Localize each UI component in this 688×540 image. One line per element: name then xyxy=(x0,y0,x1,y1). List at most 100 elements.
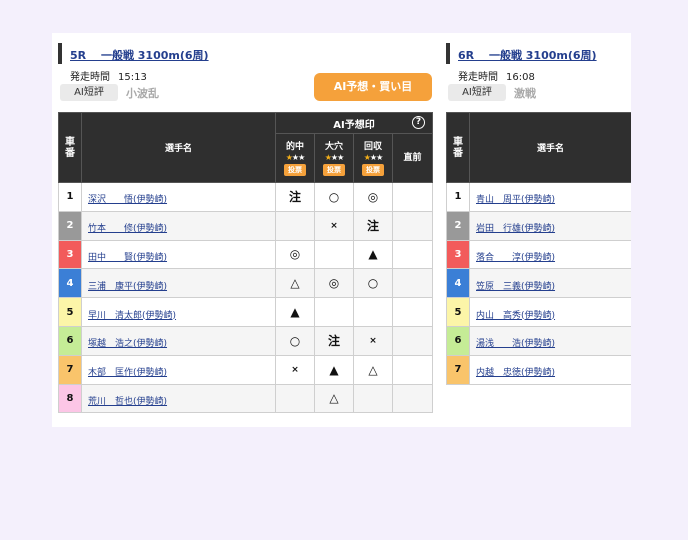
prediction-mark-cell: × xyxy=(314,210,354,241)
racer-name-cell: 木部 匡作(伊勢崎) xyxy=(81,354,276,385)
racer-name-cell: 青山 周平(伊勢崎) xyxy=(469,182,631,212)
prediction-mark-cell xyxy=(275,383,315,414)
racer-row: 5 早川 清太郎(伊勢崎) ▲ xyxy=(58,297,434,327)
vote-button[interactable]: 投票 xyxy=(362,163,384,176)
prediction-mark-cell xyxy=(391,268,434,299)
start-time-row: 発走時間 16:08 xyxy=(458,68,535,83)
racer-row: 2 竹本 修(伊勢崎) × 注 xyxy=(58,210,434,241)
car-number-cell: 7 xyxy=(58,354,82,385)
prediction-mark-cell: △ xyxy=(353,354,393,385)
ai-marks-label: AI予想印 xyxy=(333,119,375,131)
race-header: 5R 一般戦 3100m(6周) 発走時間 15:13 AI短評 小波乱 AI予想… xyxy=(58,33,432,112)
racer-row: 8 荒川 哲也(伊勢崎) △ xyxy=(58,383,434,414)
ai-review-badge: AI短評 xyxy=(448,84,506,101)
racer-name-link[interactable]: 塚越 浩之(伊勢崎) xyxy=(88,339,167,349)
ai-prediction-button[interactable]: AI予想・買い目 xyxy=(314,73,432,101)
column-header-hit: 的中 ★★★ 投票 xyxy=(275,133,315,183)
racer-name-link[interactable]: 岩田 行雄(伊勢崎) xyxy=(476,224,555,234)
racer-row: 6 塚越 浩之(伊勢崎) ○ 注 × xyxy=(58,325,434,356)
prediction-mark-cell xyxy=(391,325,434,356)
prediction-mark-cell: △ xyxy=(314,383,354,414)
racer-name-link[interactable]: 木部 匡作(伊勢崎) xyxy=(88,368,167,378)
racer-name-cell: 深沢 悟(伊勢崎) xyxy=(81,182,276,212)
prediction-mark-cell xyxy=(353,383,393,414)
racer-name-link[interactable]: 笠原 三義(伊勢崎) xyxy=(476,282,555,292)
racer-name-link[interactable]: 湯浅 浩(伊勢崎) xyxy=(476,339,555,349)
rating-stars-icon: ★★★ xyxy=(363,152,384,162)
racer-name-cell: 内越 忠徳(伊勢崎) xyxy=(469,354,631,385)
prediction-mark-cell: ◎ xyxy=(314,268,354,299)
start-time-label: 発走時間 xyxy=(458,72,498,83)
vote-button[interactable]: 投票 xyxy=(323,163,345,176)
entries-table: 車番 選手名 AI予想印 ? 的中 ★★★ 投票 大穴 ★★★ 投票 回収 ★★… xyxy=(58,112,434,414)
car-number-cell: 6 xyxy=(58,325,82,356)
racer-name-link[interactable]: 田中 賢(伊勢崎) xyxy=(88,253,167,263)
racer-name-cell: 竹本 修(伊勢崎) xyxy=(81,210,276,241)
racer-name-link[interactable]: 早川 清太郎(伊勢崎) xyxy=(88,311,176,321)
racer-name-cell: 落合 淳(伊勢崎) xyxy=(469,239,631,270)
racer-name-cell: 三浦 康平(伊勢崎) xyxy=(81,268,276,299)
racer-row: 3 田中 賢(伊勢崎) ◎ ▲ xyxy=(58,239,434,270)
racer-row: 7 内越 忠徳(伊勢崎) xyxy=(446,354,631,385)
racer-row: 1 青山 周平(伊勢崎) xyxy=(446,182,631,212)
racer-name-link[interactable]: 荒川 哲也(伊勢崎) xyxy=(88,397,167,407)
racer-row: 7 木部 匡作(伊勢崎) × ▲ △ xyxy=(58,354,434,385)
car-number-cell: 4 xyxy=(58,268,82,299)
column-header-ai-marks: AI予想印 ? xyxy=(274,112,434,134)
racer-name-link[interactable]: 青山 周平(伊勢崎) xyxy=(476,195,555,205)
car-number-cell: 4 xyxy=(446,268,470,299)
entries-table: 車番 選手名 1 青山 周平(伊勢崎) 2 岩田 行雄(伊勢崎) 3 落合 淳(伊勢崎) 4… xyxy=(446,112,631,385)
prediction-mark-cell: ◎ xyxy=(275,239,315,270)
race-title-link[interactable]: 6R 一般戦 3100m(6周) xyxy=(458,47,597,63)
vote-button[interactable]: 投票 xyxy=(284,163,306,176)
prediction-mark-cell: ○ xyxy=(275,325,315,356)
prediction-mark-cell xyxy=(391,383,434,414)
racer-name-link[interactable]: 内山 高秀(伊勢崎) xyxy=(476,311,555,321)
racer-name-link[interactable]: 内越 忠徳(伊勢崎) xyxy=(476,368,555,378)
prediction-mark-cell xyxy=(391,182,434,212)
car-number-cell: 2 xyxy=(58,210,82,241)
car-number-cell: 5 xyxy=(58,297,82,327)
racer-row: 4 三浦 康平(伊勢崎) △ ◎ ○ xyxy=(58,268,434,299)
start-time-row: 発走時間 15:13 xyxy=(70,68,147,83)
racer-name-cell: 内山 高秀(伊勢崎) xyxy=(469,297,631,327)
prediction-mark-cell: ▲ xyxy=(275,297,315,327)
race-panel: 5R 一般戦 3100m(6周) 発走時間 15:13 AI短評 小波乱 AI予想… xyxy=(52,33,631,427)
racer-row: 5 内山 高秀(伊勢崎) xyxy=(446,297,631,327)
racer-name-link[interactable]: 深沢 悟(伊勢崎) xyxy=(88,195,167,205)
prediction-mark-cell: ▲ xyxy=(314,354,354,385)
racer-row: 2 岩田 行雄(伊勢崎) xyxy=(446,210,631,241)
prediction-mark-cell: △ xyxy=(275,268,315,299)
racer-name-link[interactable]: 竹本 修(伊勢崎) xyxy=(88,224,167,234)
prediction-mark-cell: 注 xyxy=(275,182,315,212)
car-number-cell: 8 xyxy=(58,383,82,414)
race-title-link[interactable]: 5R 一般戦 3100m(6周) xyxy=(70,47,209,63)
car-number-cell: 1 xyxy=(58,182,82,212)
racer-name-cell: 荒川 哲也(伊勢崎) xyxy=(81,383,276,414)
help-icon[interactable]: ? xyxy=(412,116,426,129)
title-accent-bar xyxy=(58,43,62,64)
column-header-racer-name: 選手名 xyxy=(469,112,631,183)
prediction-mark-cell xyxy=(275,210,315,241)
start-time-value: 15:13 xyxy=(118,72,147,83)
racer-row: 6 湯浅 浩(伊勢崎) xyxy=(446,325,631,356)
start-time-value: 16:08 xyxy=(506,72,535,83)
car-number-cell: 5 xyxy=(446,297,470,327)
prediction-mark-cell: ○ xyxy=(314,182,354,212)
car-number-cell: 7 xyxy=(446,354,470,385)
race-5r: 5R 一般戦 3100m(6周) 発走時間 15:13 AI短評 小波乱 AI予想… xyxy=(58,33,434,414)
ai-review-badge: AI短評 xyxy=(60,84,118,101)
racer-name-link[interactable]: 三浦 康平(伊勢崎) xyxy=(88,282,167,292)
prediction-mark-cell xyxy=(314,239,354,270)
racer-row: 3 落合 淳(伊勢崎) xyxy=(446,239,631,270)
prediction-mark-cell: ▲ xyxy=(353,239,393,270)
rating-stars-icon: ★★★ xyxy=(285,152,306,162)
race-evaluation: 小波乱 xyxy=(126,87,159,100)
car-number-cell: 6 xyxy=(446,325,470,356)
racer-name-link[interactable]: 落合 淳(伊勢崎) xyxy=(476,253,555,263)
prediction-mark-cell: 注 xyxy=(314,325,354,356)
column-header-car-number: 車番 xyxy=(58,112,82,183)
column-header-latest: 直前 xyxy=(391,133,434,183)
rating-stars-icon: ★★★ xyxy=(324,152,345,162)
entries-body: 1 深沢 悟(伊勢崎) 注 ○ ◎ 2 竹本 修(伊勢崎) × 注 3 田中 賢(伊勢崎) ◎ ▲ 4 三浦… xyxy=(58,182,434,414)
